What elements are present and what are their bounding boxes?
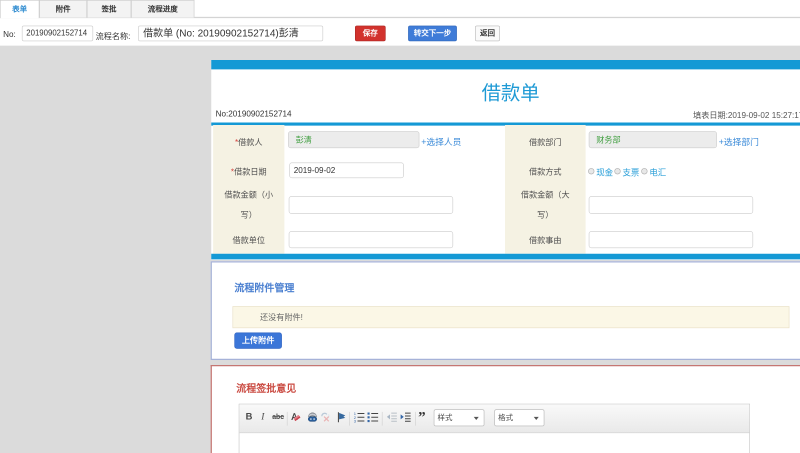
- svg-text:3: 3: [354, 419, 357, 424]
